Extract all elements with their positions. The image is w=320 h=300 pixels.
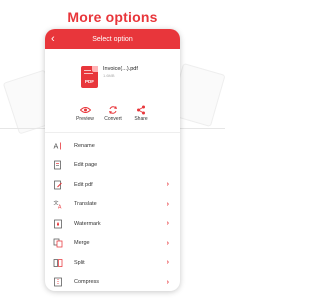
phone-screen: ‹ Select option PDF Invoice(...).pdf 1.6… bbox=[45, 29, 180, 291]
menu-item-translate[interactable]: 文A Translate › bbox=[45, 195, 180, 215]
back-arrow-icon[interactable]: ‹ bbox=[51, 32, 55, 46]
menu-item-label: Split bbox=[74, 259, 85, 266]
section-divider bbox=[45, 132, 180, 133]
menu-item-label: Edit pdf bbox=[74, 181, 93, 188]
eye-icon bbox=[70, 104, 100, 115]
chevron-right-icon: › bbox=[166, 220, 169, 228]
chevron-right-icon: › bbox=[166, 200, 169, 208]
menu-item-edit-page[interactable]: Edit page bbox=[45, 156, 180, 176]
menu-item-watermark[interactable]: Watermark › bbox=[45, 214, 180, 234]
compress-icon bbox=[52, 277, 63, 288]
convert-label: Convert bbox=[104, 116, 122, 122]
convert-icon bbox=[98, 104, 128, 115]
banner-title: More options bbox=[67, 9, 158, 25]
menu-item-label: Watermark bbox=[74, 220, 101, 227]
options-menu: A Rename Edit page Edit pdf › 文A Transla… bbox=[45, 136, 180, 291]
menu-item-label: Rename bbox=[74, 142, 95, 149]
chevron-right-icon: › bbox=[166, 278, 169, 286]
menu-item-label: Merge bbox=[74, 240, 90, 247]
quick-actions: Preview Convert Share bbox=[45, 104, 180, 129]
menu-item-compress[interactable]: Compress › bbox=[45, 273, 180, 292]
chevron-right-icon: › bbox=[166, 259, 169, 267]
translate-icon: 文A bbox=[52, 199, 63, 210]
menu-item-edit-pdf[interactable]: Edit pdf › bbox=[45, 175, 180, 195]
pdf-file-icon-label: PDF bbox=[85, 79, 94, 84]
top-bar: ‹ Select option bbox=[45, 29, 180, 49]
menu-item-label: Edit page bbox=[74, 162, 98, 169]
preview-button[interactable]: Preview bbox=[70, 104, 100, 122]
preview-label: Preview bbox=[76, 116, 94, 122]
menu-item-label: Translate bbox=[74, 201, 97, 208]
file-size: 1.6MB bbox=[103, 73, 115, 78]
chevron-right-icon: › bbox=[166, 239, 169, 247]
svg-text:A: A bbox=[58, 205, 62, 210]
share-button[interactable]: Share bbox=[126, 104, 156, 122]
menu-item-merge[interactable]: Merge › bbox=[45, 234, 180, 254]
watermark-icon bbox=[52, 218, 63, 229]
menu-item-split[interactable]: Split › bbox=[45, 253, 180, 273]
svg-text:A: A bbox=[53, 142, 58, 150]
pdf-file-icon: PDF bbox=[81, 66, 98, 88]
rename-icon: A bbox=[52, 140, 63, 151]
file-name: Invoice(...).pdf bbox=[103, 66, 138, 72]
share-label: Share bbox=[134, 116, 148, 122]
merge-icon bbox=[52, 238, 63, 249]
split-icon bbox=[52, 257, 63, 268]
share-icon bbox=[126, 104, 156, 115]
menu-item-label: Compress bbox=[74, 279, 100, 286]
top-bar-title: Select option bbox=[92, 35, 133, 43]
convert-button[interactable]: Convert bbox=[98, 104, 128, 122]
edit-page-icon bbox=[52, 160, 63, 171]
menu-item-rename[interactable]: A Rename bbox=[45, 136, 180, 156]
chevron-right-icon: › bbox=[166, 181, 169, 189]
edit-pdf-icon bbox=[52, 179, 63, 190]
